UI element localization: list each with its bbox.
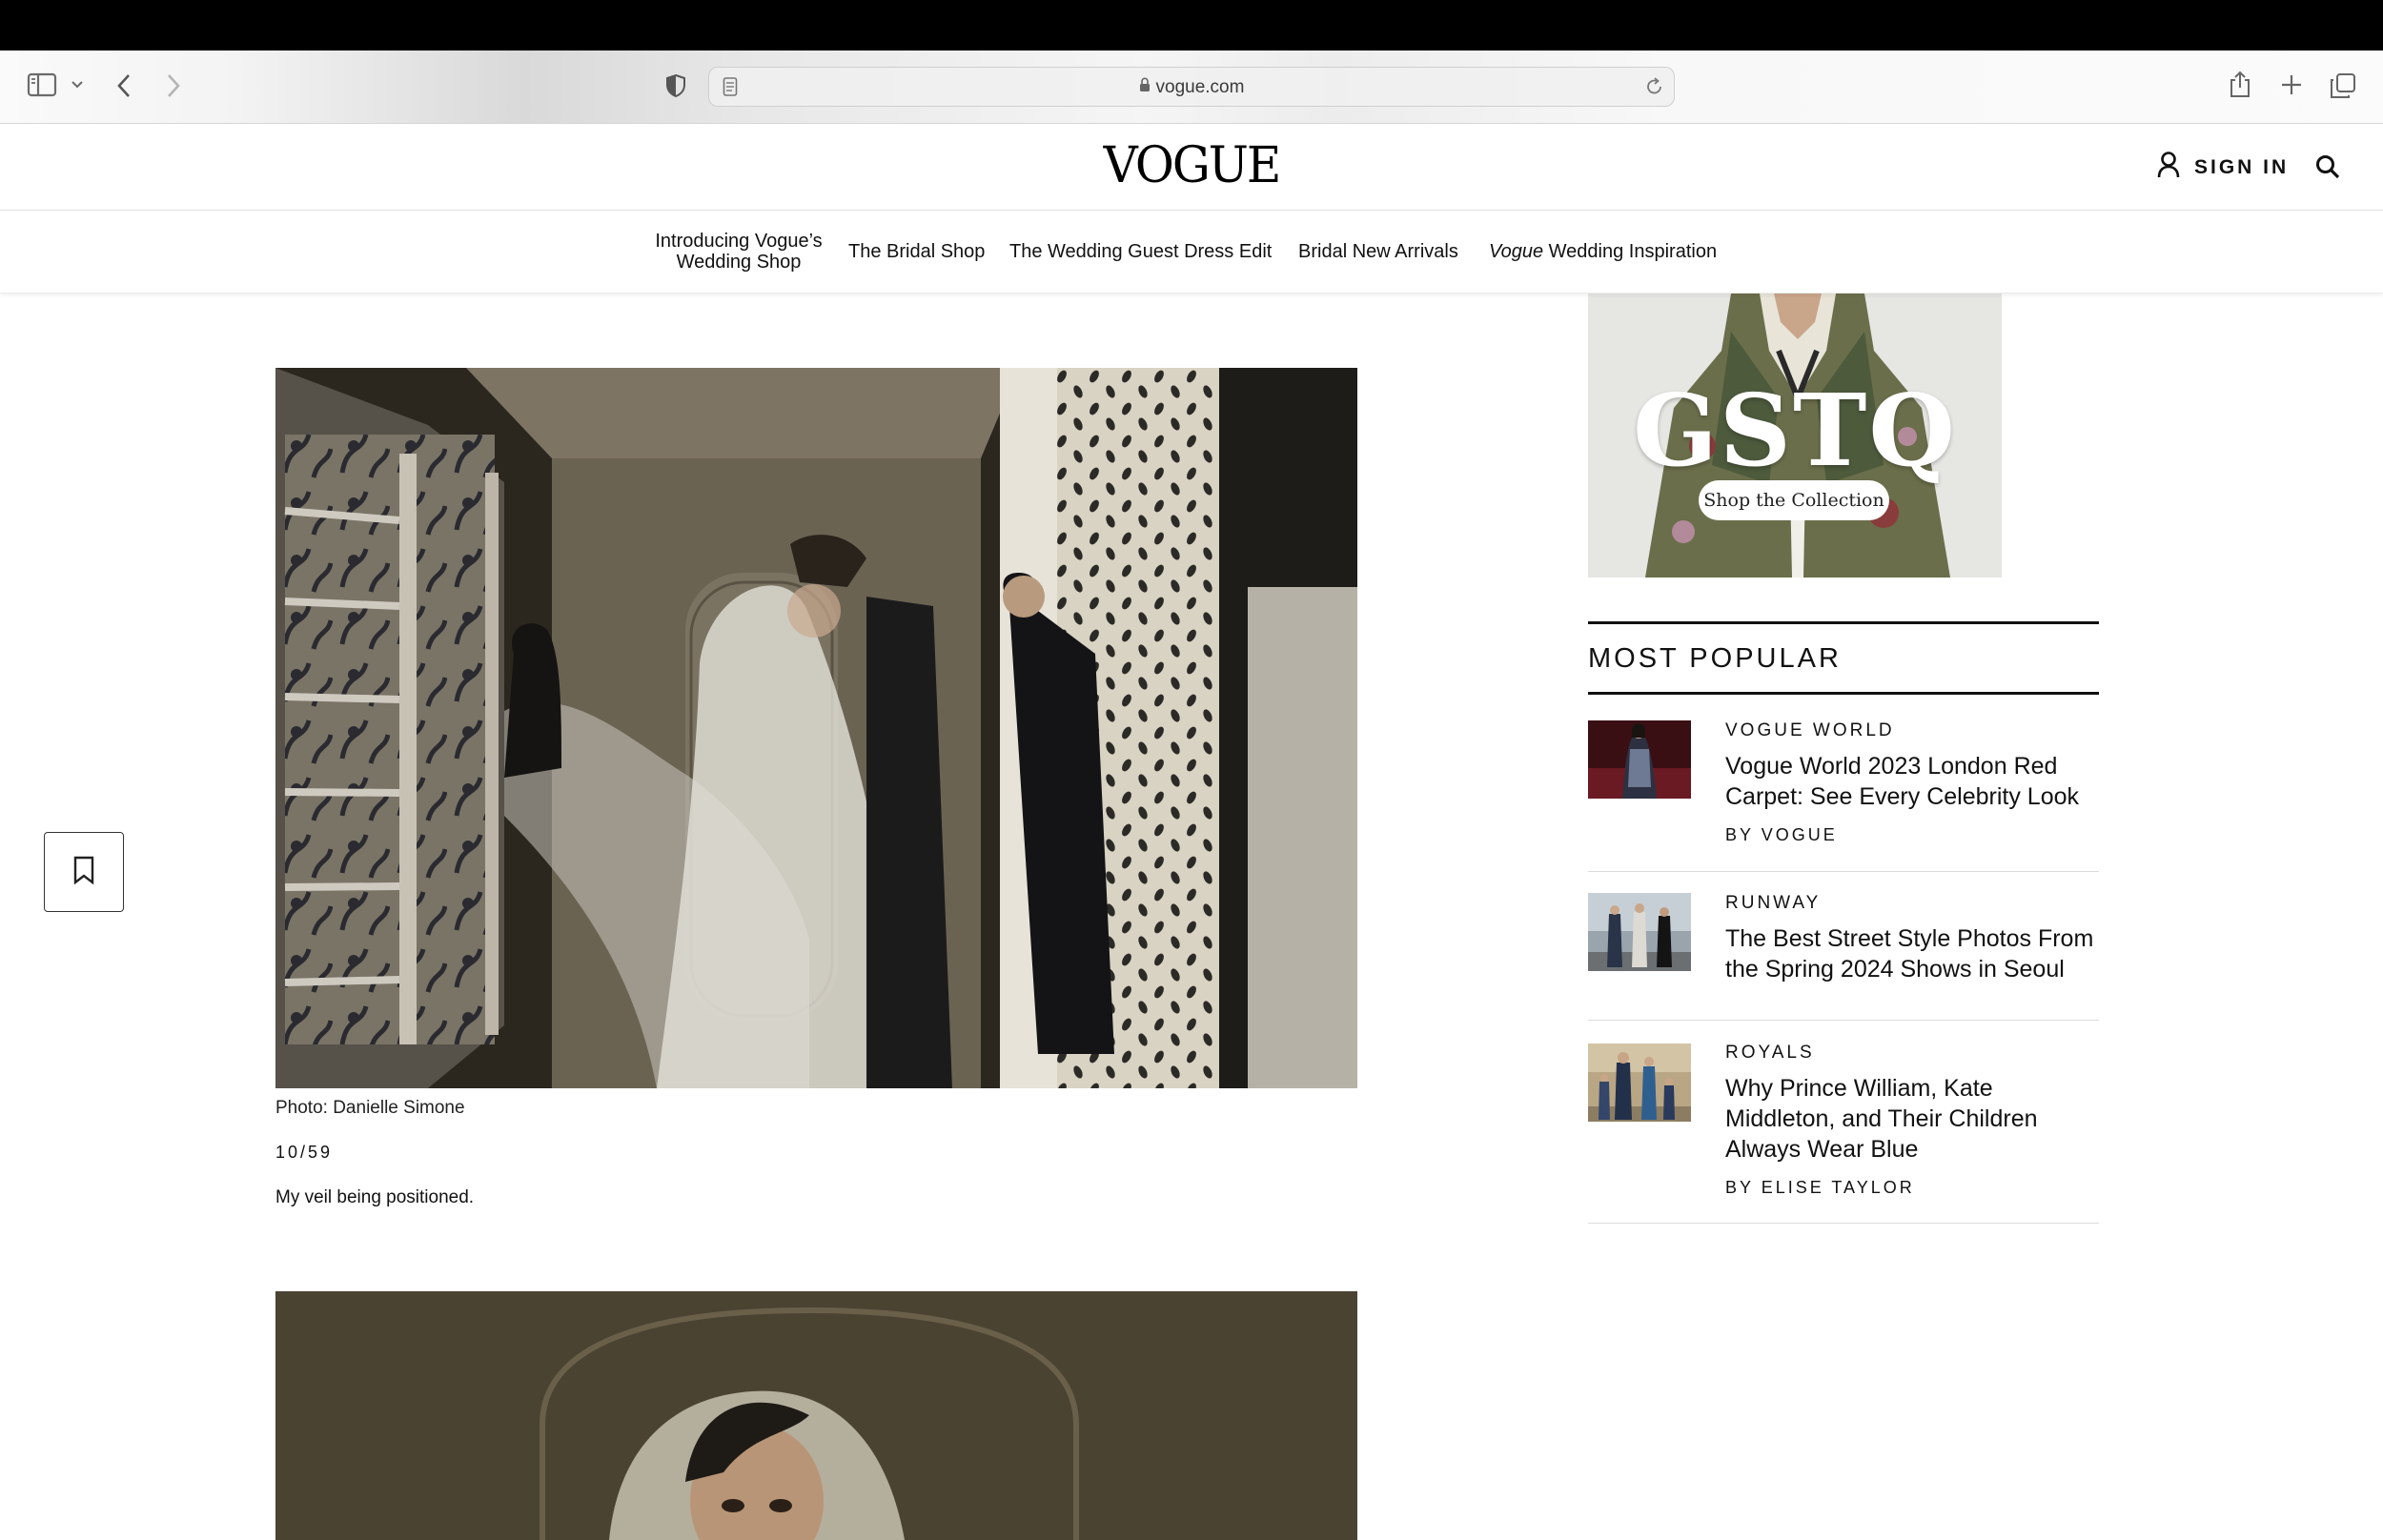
nav-item-bridal-shop[interactable]: The Bridal Shop [848, 241, 985, 263]
bookmark-button[interactable] [44, 832, 124, 912]
most-popular: MOST POPULAR [1588, 621, 2099, 695]
popular-title[interactable]: Why Prince William, Kate Middleton, and … [1725, 1073, 2099, 1165]
popular-byline: BY VOGUE [1725, 825, 1838, 844]
url-display[interactable]: vogue.com [709, 77, 1674, 98]
ad-cta-button[interactable]: Shop the Collection [1699, 480, 1889, 520]
chevron-down-icon[interactable] [71, 80, 84, 90]
next-slide-photo[interactable] [275, 1291, 1357, 1540]
most-popular-heading: MOST POPULAR [1588, 643, 1842, 674]
nav-item-label: Wedding Inspiration [1548, 241, 1718, 262]
address-bar[interactable]: vogue.com [708, 67, 1675, 107]
sign-in-label: SIGN IN [2194, 155, 2290, 178]
site-header: VOGUE SIGN IN [0, 124, 2383, 211]
photo-illustration [275, 368, 1357, 1088]
popular-title[interactable]: The Best Street Style Photos From the Sp… [1725, 923, 2099, 984]
sign-in-button[interactable]: SIGN IN [2156, 151, 2289, 184]
reload-icon[interactable] [1645, 76, 1664, 97]
thumbnail-image [1588, 893, 1691, 971]
share-icon[interactable] [2229, 71, 2251, 99]
forward-icon[interactable] [166, 73, 181, 98]
nav-item-wedding-shop[interactable]: Introducing Vogue’s Wedding Shop [652, 231, 825, 273]
popular-thumbnail[interactable] [1588, 893, 1691, 971]
tabs-icon[interactable] [2330, 72, 2356, 99]
lock-icon [1139, 77, 1151, 98]
nav-item-bridal-new-arrivals[interactable]: Bridal New Arrivals [1298, 241, 1458, 263]
photo-illustration [275, 1291, 1357, 1540]
back-icon[interactable] [116, 73, 132, 98]
popular-byline: BY ELISE TAYLOR [1725, 1178, 1915, 1197]
ad-banner[interactable]: GSTQ Shop the Collection [1588, 294, 2002, 578]
slide-counter: 10/59 [275, 1143, 334, 1162]
popular-rubric[interactable]: RUNWAY [1725, 893, 1821, 914]
popular-item[interactable]: RUNWAY The Best Street Style Photos From… [1588, 893, 2099, 1021]
thumbnail-image [1588, 1044, 1691, 1122]
top-strip [0, 0, 2383, 51]
photo-credit: Photo: Danielle Simone [275, 1098, 465, 1118]
url-text: vogue.com [1155, 77, 1245, 98]
popular-rubric[interactable]: VOGUE WORLD [1725, 720, 1895, 741]
user-icon [2156, 151, 2181, 184]
divider [1588, 692, 2099, 695]
nav-item-italic: Vogue [1489, 241, 1544, 262]
popular-item[interactable]: VOGUE WORLD Vogue World 2023 London Red … [1588, 720, 2099, 872]
nav-item-wedding-guest-dress-edit[interactable]: The Wedding Guest Dress Edit [1009, 241, 1272, 263]
slide-photo[interactable] [275, 368, 1357, 1088]
bookmark-icon [71, 856, 96, 889]
nav-item-wedding-inspiration[interactable]: Vogue Wedding Inspiration [1489, 241, 1717, 263]
sidebar-icon[interactable] [27, 72, 57, 97]
popular-thumbnail[interactable] [1588, 1044, 1691, 1122]
ad-brand: GSTQ [1633, 372, 1957, 489]
search-icon[interactable] [2314, 153, 2341, 185]
vogue-logo[interactable]: VOGUE [1096, 136, 1287, 194]
popular-item[interactable]: ROYALS Why Prince William, Kate Middleto… [1588, 1043, 2099, 1224]
popular-rubric[interactable]: ROYALS [1725, 1043, 1815, 1064]
shield-icon[interactable] [665, 73, 686, 98]
main-nav: Introducing Vogue’s Wedding Shop The Bri… [0, 212, 2383, 294]
slide-caption: My veil being positioned. [275, 1187, 475, 1207]
browser-toolbar: vogue.com [0, 51, 2383, 124]
new-tab-icon[interactable] [2280, 73, 2303, 96]
popular-title[interactable]: Vogue World 2023 London Red Carpet: See … [1725, 751, 2099, 812]
popular-thumbnail[interactable] [1588, 720, 1691, 799]
thumbnail-image [1588, 720, 1691, 799]
